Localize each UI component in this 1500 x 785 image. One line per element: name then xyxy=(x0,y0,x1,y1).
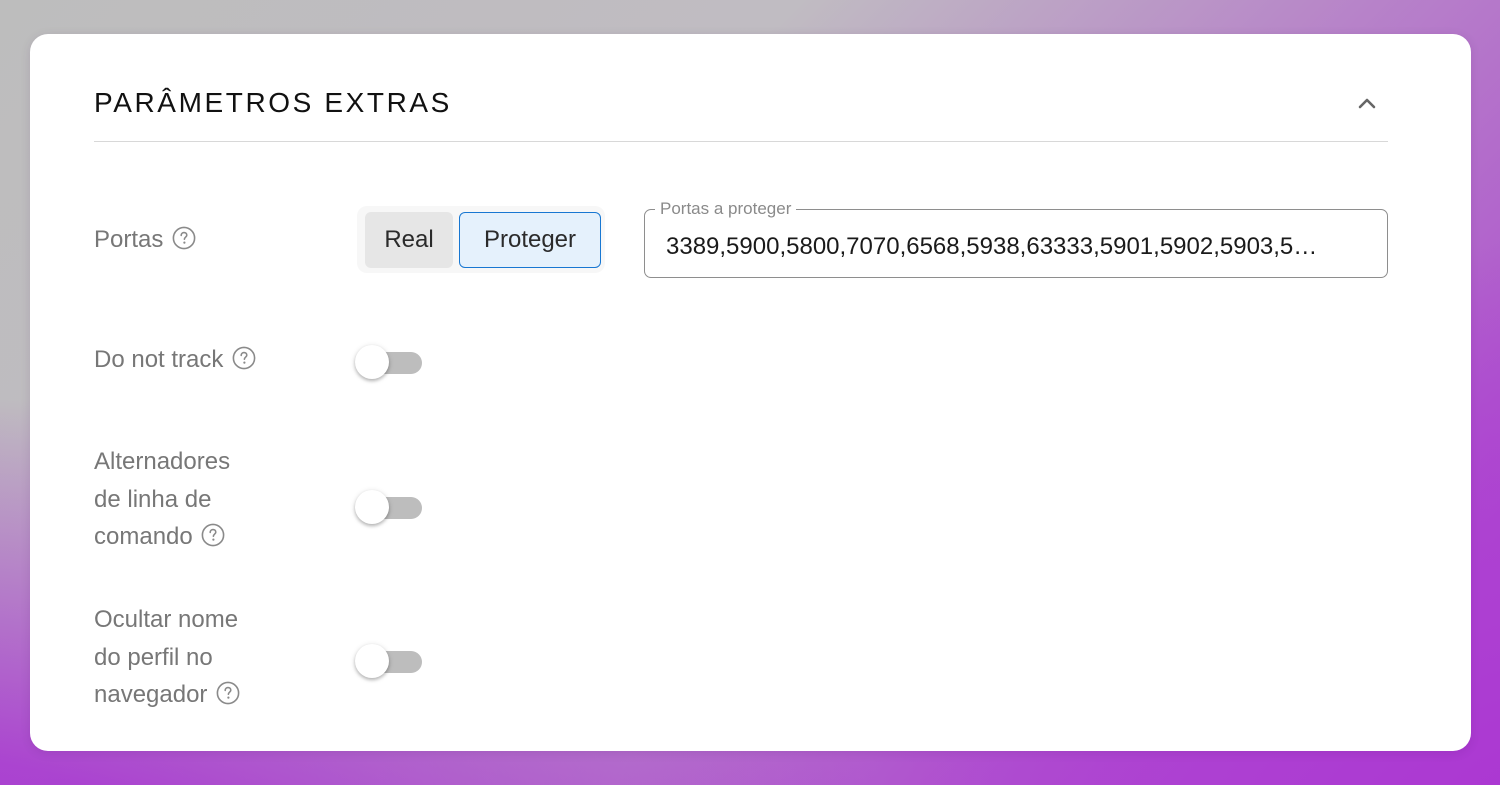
label-line: Ocultar nome xyxy=(94,606,239,633)
ports-field-label: Portas a proteger xyxy=(660,199,792,218)
question-circle-icon[interactable] xyxy=(216,679,240,705)
command-line-switches-label: Alternadores de linha de comando xyxy=(94,443,230,556)
toggle-thumb xyxy=(355,644,389,678)
command-line-switches-toggle[interactable] xyxy=(355,486,425,526)
question-circle-icon[interactable] xyxy=(232,344,256,370)
section-title: PARÂMETROS EXTRAS xyxy=(94,87,452,118)
ports-to-protect-field[interactable]: Portas a proteger 3389,5900,5800,7070,65… xyxy=(644,199,1388,278)
hide-profile-name-label: Ocultar nome do perfil no navegador xyxy=(94,601,240,714)
do-not-track-label: Do not track xyxy=(94,341,256,379)
question-circle-icon[interactable] xyxy=(172,224,196,250)
toggle-thumb xyxy=(355,490,389,524)
label-line: comando xyxy=(94,523,193,550)
extra-params-card: PARÂMETROS EXTRAS Portas Real Proteger P… xyxy=(30,34,1471,751)
question-circle-icon[interactable] xyxy=(201,521,225,547)
ports-label-text: Portas xyxy=(94,226,164,253)
label-line: Alternadores xyxy=(94,448,231,475)
section-header: PARÂMETROS EXTRAS xyxy=(94,84,1388,142)
hide-profile-name-toggle[interactable] xyxy=(355,640,425,680)
mode-protect-button[interactable]: Proteger xyxy=(459,212,601,268)
ports-field-value[interactable]: 3389,5900,5800,7070,6568,5938,63333,5901… xyxy=(666,230,1366,264)
label-line: de linha de xyxy=(94,485,212,513)
do-not-track-toggle[interactable] xyxy=(355,341,425,381)
toggle-thumb xyxy=(355,345,389,379)
do-not-track-text: Do not track xyxy=(94,346,224,373)
label-line: do perfil no xyxy=(94,643,213,671)
mode-real-button[interactable]: Real xyxy=(365,212,453,268)
label-line: navegador xyxy=(94,681,208,708)
chevron-up-icon[interactable] xyxy=(1352,88,1382,118)
ports-label: Portas xyxy=(94,221,196,259)
ports-mode-switch: Real Proteger xyxy=(357,206,605,273)
